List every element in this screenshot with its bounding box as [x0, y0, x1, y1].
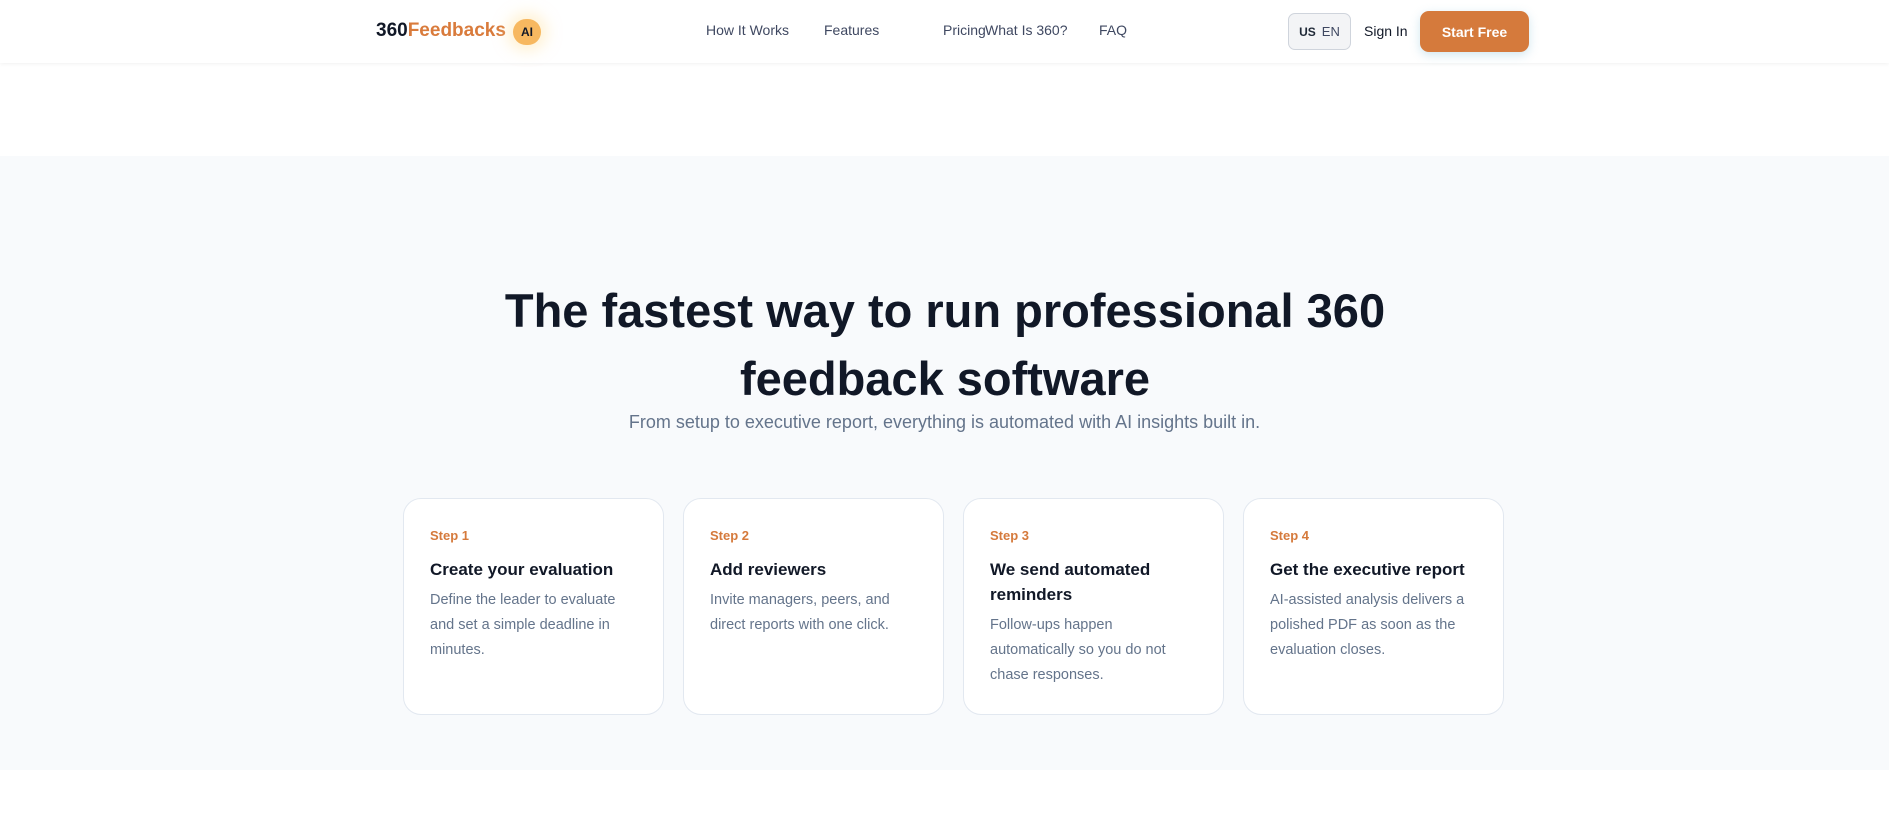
nav-faq[interactable]: FAQ [1099, 22, 1127, 38]
flag-icon: US [1299, 24, 1316, 39]
ai-badge: AI [513, 19, 541, 45]
how-it-works-section [0, 156, 1889, 770]
step-description: Invite managers, peers, and direct repor… [710, 592, 890, 633]
sign-in-link[interactable]: Sign In [1364, 23, 1408, 39]
logo-word: Feedbacks [407, 20, 506, 41]
step-title: Get the executive report [1270, 560, 1465, 579]
logo[interactable]: 360Feedbacks [376, 20, 506, 42]
nav-pricing[interactable]: Pricing [943, 22, 986, 38]
step-card: Step 4 Get the executive report AI-assis… [1243, 498, 1504, 715]
step-title: We send automated reminders [990, 560, 1151, 604]
nav-what-is-360[interactable]: What Is 360? [985, 22, 1068, 38]
nav-features[interactable]: Features [824, 22, 879, 38]
site-header: 360Feedbacks AI How It Works Features Pr… [0, 0, 1889, 63]
step-description: AI-assisted analysis delivers a polished… [1270, 592, 1465, 658]
hero-subtitle: From setup to executive report, everythi… [628, 412, 1261, 432]
start-free-button[interactable]: Start Free [1420, 11, 1529, 52]
step-title: Create your evaluation [430, 560, 614, 579]
step-card: Step 3 We send automated reminders Follo… [963, 498, 1224, 715]
nav-how-it-works[interactable]: How It Works [706, 22, 789, 38]
hero-title: The fastest way to run professional 360 … [504, 284, 1386, 405]
step-card: Step 1 Create your evaluation Define the… [403, 498, 664, 715]
step-description: Define the leader to evaluate and set a … [430, 592, 616, 658]
step-card: Step 2 Add reviewers Invite managers, pe… [683, 498, 944, 715]
step-label: Step 4 [1270, 528, 1310, 543]
step-label: Step 3 [990, 528, 1030, 543]
language-code: EN [1321, 24, 1340, 39]
step-title: Add reviewers [710, 560, 827, 579]
step-label: Step 1 [430, 528, 470, 543]
language-selector[interactable]: US EN [1288, 13, 1351, 50]
logo-number: 360 [376, 20, 408, 41]
step-description: Follow-ups happen automatically so you d… [990, 617, 1166, 683]
step-label: Step 2 [710, 528, 750, 543]
